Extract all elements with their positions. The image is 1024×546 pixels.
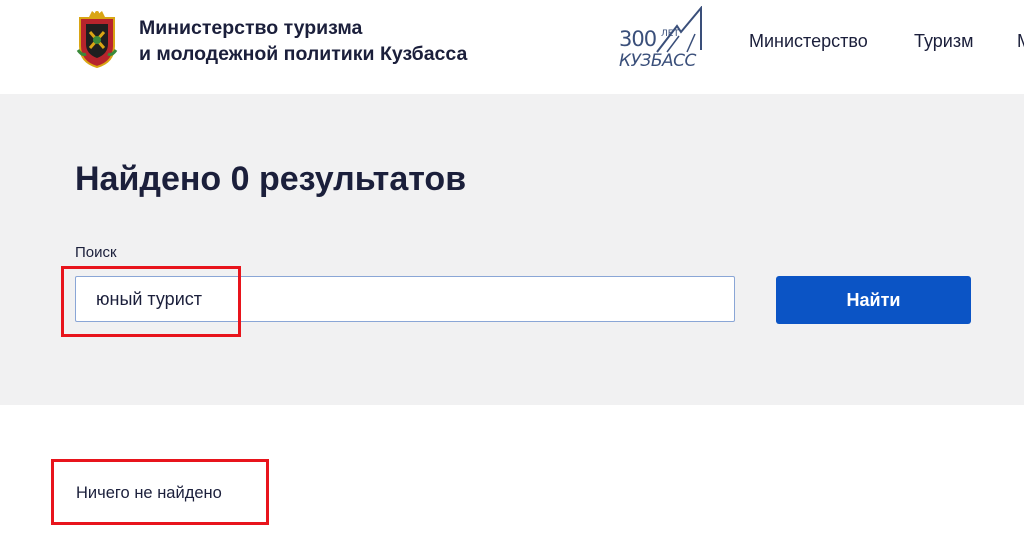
anniv-region: КУЗБАСС xyxy=(619,51,696,70)
anniv-number: 300 xyxy=(619,27,656,51)
org-name-line1: Министерство туризма xyxy=(139,17,363,39)
site-header: Министерство туризма и молодежной полити… xyxy=(0,0,1024,94)
nav-item-ministry[interactable]: Министерство xyxy=(749,31,868,53)
nav-item-more[interactable]: М xyxy=(1017,31,1024,53)
search-input[interactable] xyxy=(75,276,735,322)
kuzbass-coat-of-arms-icon[interactable] xyxy=(76,10,118,68)
org-name[interactable]: Министерство туризма и молодежной полити… xyxy=(139,15,467,67)
search-label: Поиск xyxy=(75,244,117,261)
nav-item-tourism[interactable]: Туризм xyxy=(914,31,973,53)
org-name-line2: и молодежной политики Кузбасса xyxy=(139,43,468,65)
no-results-message: Ничего не найдено xyxy=(76,484,222,502)
results-title: Найдено 0 результатов xyxy=(75,160,467,198)
search-section xyxy=(0,94,1024,405)
search-button[interactable]: Найти xyxy=(776,276,971,324)
kuzbass-300-logo: 300 ЛЕТ КУЗБАСС xyxy=(619,6,702,70)
